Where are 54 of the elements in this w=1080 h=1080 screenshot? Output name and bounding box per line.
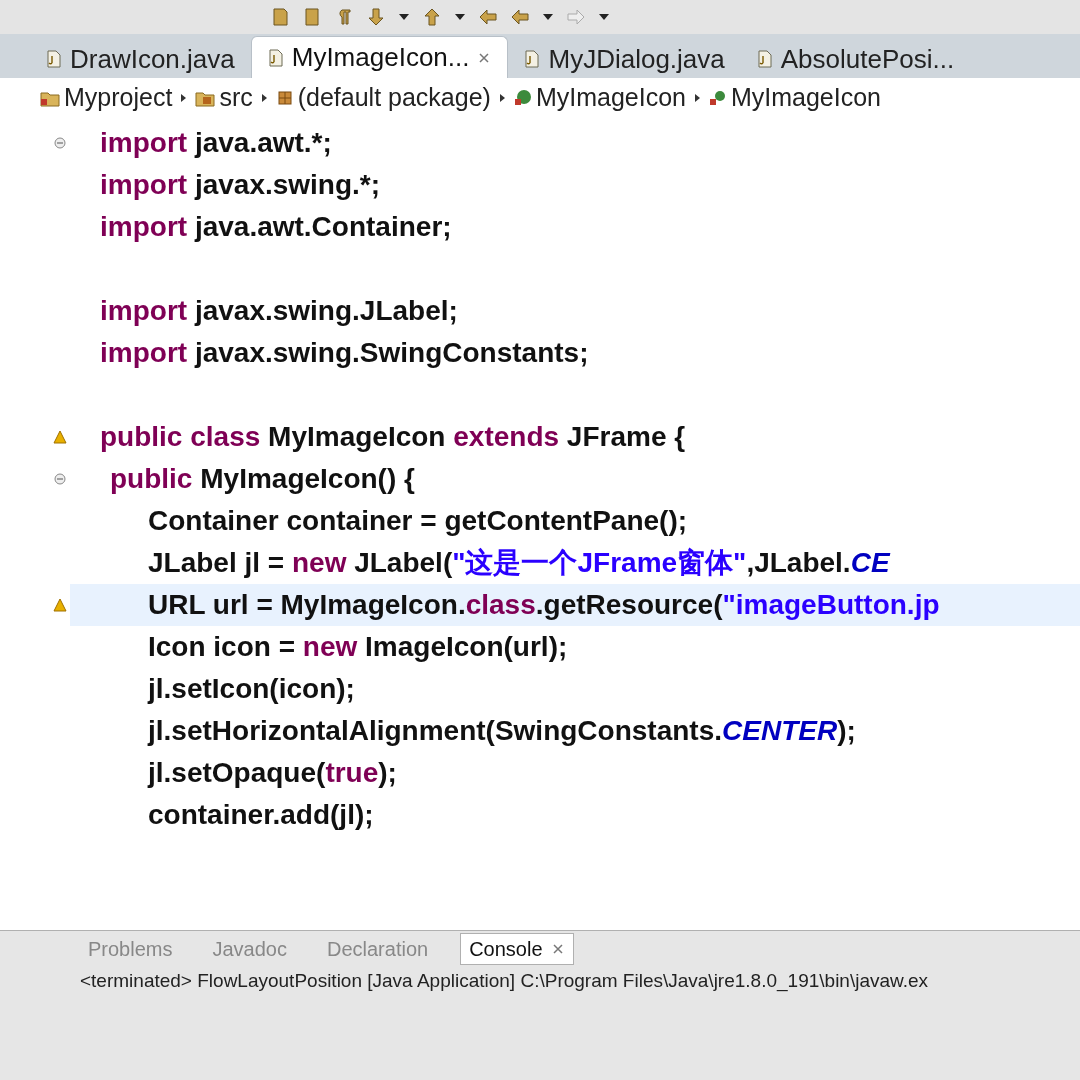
code-line: import java.awt.*; — [99, 126, 333, 160]
code-line: import javax.swing.SwingConstants; — [99, 336, 590, 370]
code-line: public class MyImageIcon extends JFrame { — [99, 420, 687, 454]
editor-tab[interactable]: MyJDialog.java — [508, 40, 741, 78]
java-file-icon — [524, 50, 541, 68]
method-icon — [708, 89, 727, 107]
java-file-icon — [46, 50, 62, 68]
back-arrow-icon[interactable] — [478, 7, 498, 27]
breadcrumb-arrow-icon — [260, 93, 268, 103]
code-line: Icon icon = new ImageIcon(url); — [147, 630, 569, 664]
dropdown-caret-icon[interactable] — [454, 12, 466, 22]
editor-tab[interactable]: AbsolutePosi... — [740, 40, 971, 78]
code-line: Container container = getContentPane(); — [147, 504, 689, 538]
code-line: jl.setIcon(icon); — [146, 672, 356, 706]
close-icon[interactable] — [550, 942, 565, 956]
code-line: import javax.swing.*; — [99, 168, 382, 202]
fold-collapse-icon[interactable] — [54, 473, 66, 485]
code-line: import java.awt.Container; — [99, 210, 453, 244]
project-icon — [40, 89, 60, 107]
breadcrumb-item[interactable]: (default package) — [275, 79, 491, 117]
up-arrow-icon[interactable] — [422, 7, 442, 27]
down-arrow-icon[interactable] — [366, 7, 386, 27]
dropdown-caret-icon[interactable] — [398, 12, 410, 22]
fold-collapse-icon[interactable] — [54, 137, 66, 149]
warning-marker-icon — [53, 598, 67, 612]
breadcrumb-item[interactable]: MyImageIcon — [513, 79, 686, 117]
java-file-icon — [756, 50, 773, 68]
close-icon[interactable] — [477, 50, 492, 65]
warning-marker-icon — [53, 430, 67, 444]
breadcrumb-arrow-icon — [693, 93, 701, 103]
document-icon[interactable] — [270, 7, 290, 27]
breadcrumb-item[interactable]: MyImageIcon — [708, 79, 881, 117]
code-line: public MyImageIcon() { — [109, 462, 416, 496]
breadcrumb-item[interactable]: Myproject — [40, 79, 173, 117]
code-line: import javax.swing.JLabel; — [99, 294, 459, 328]
code-line: JLabel jl = new JLabel("这是一个JFrame窗体",JLabel.CE — [147, 546, 892, 580]
page-icon[interactable] — [302, 7, 322, 27]
dropdown-caret-icon[interactable] — [542, 12, 554, 22]
java-file-icon — [267, 48, 284, 67]
editor-tab[interactable]: MyImageIcon... — [250, 36, 509, 78]
code-line: jl.setHorizontalAlignment(SwingConstants.CENTER); — [146, 714, 857, 748]
source-folder-icon — [195, 89, 216, 107]
console-output: <terminated> FlowLayoutPosition [Java Application] C:\Program Files\Java\jre1.8.0_191\bin\javaw.ex — [79, 969, 930, 994]
code-line: container.add(jl); — [147, 798, 375, 832]
left-arrow-icon[interactable] — [510, 7, 530, 27]
breadcrumb-arrow-icon — [180, 93, 188, 103]
package-icon — [275, 89, 294, 107]
view-tab[interactable]: Console — [460, 933, 574, 965]
dropdown-caret-icon[interactable] — [598, 12, 610, 22]
class-icon — [513, 89, 532, 107]
editor-tab[interactable]: DrawIcon.java — [30, 40, 251, 78]
breadcrumb-item[interactable]: src — [195, 79, 253, 117]
code-line: jl.setOpaque(true); — [146, 756, 398, 790]
breadcrumb-arrow-icon — [498, 93, 506, 103]
